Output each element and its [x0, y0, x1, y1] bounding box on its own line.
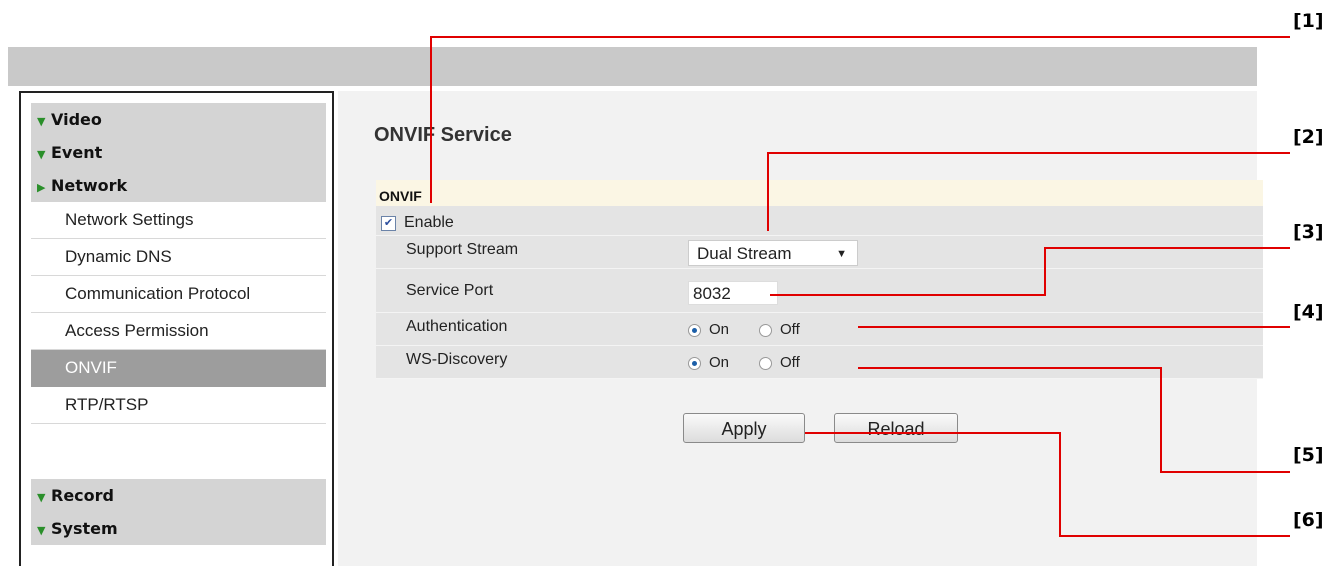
callout-line-1: [430, 36, 1290, 203]
callout-label-1: [1]: [1293, 10, 1324, 32]
callout-label-3: [3]: [1293, 221, 1324, 243]
callout-label-6: [6]: [1293, 509, 1324, 531]
callout-label-4: [4]: [1293, 301, 1324, 323]
callout-lines: [430, 36, 1290, 537]
callout-line-5: [858, 367, 1290, 473]
callout-line-2: [767, 152, 1290, 231]
callout-line-3: [770, 247, 1290, 296]
callout-line-6: [805, 432, 1290, 537]
callout-label-5: [5]: [1293, 444, 1324, 466]
callout-label-2: [2]: [1293, 126, 1324, 148]
